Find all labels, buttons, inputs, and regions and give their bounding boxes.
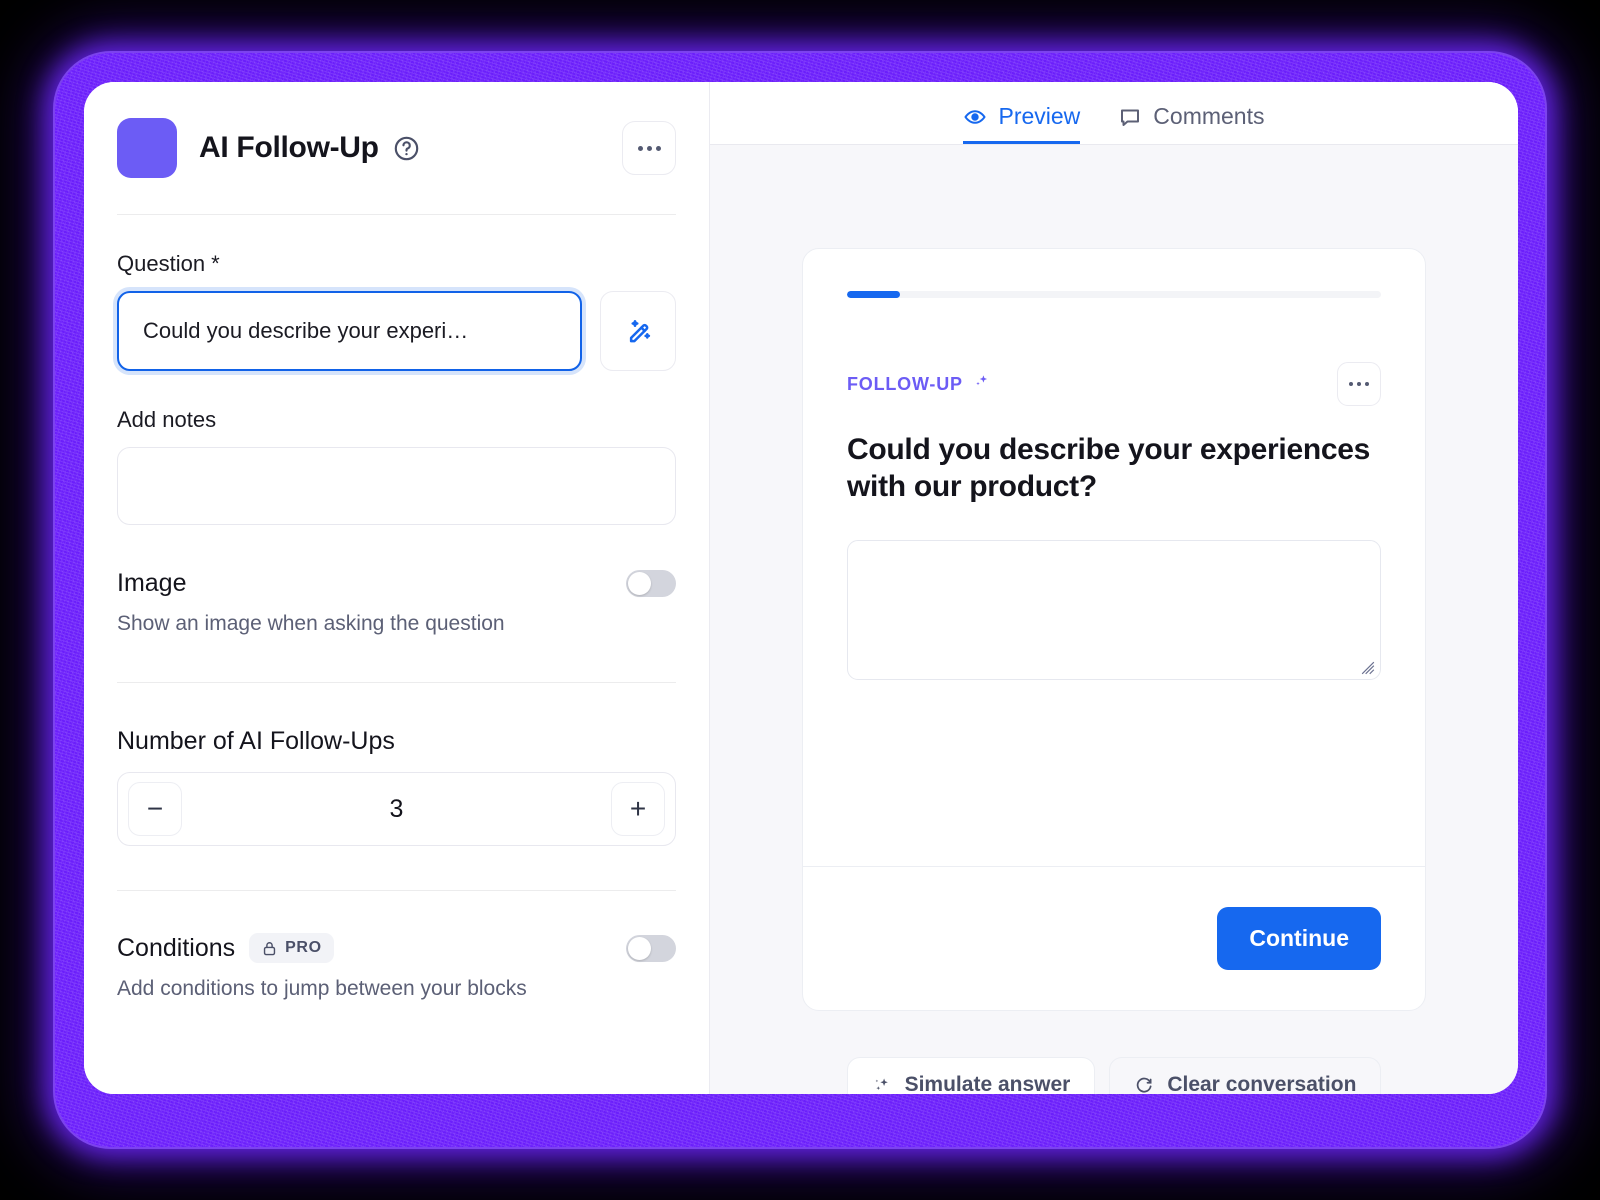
preview-actions: Simulate answer Clear conversation xyxy=(846,1057,1382,1094)
image-section-title: Image xyxy=(117,569,187,597)
simulate-answer-label: Simulate answer xyxy=(904,1073,1071,1094)
survey-card-footer: Continue xyxy=(803,867,1425,1010)
tab-preview-label: Preview xyxy=(998,103,1081,129)
page-title: AI Follow-Up xyxy=(199,131,379,164)
more-options-icon xyxy=(646,145,652,151)
image-section-divider xyxy=(117,682,676,683)
increment-button[interactable]: + xyxy=(611,782,665,836)
sparkles-icon xyxy=(875,1078,888,1090)
followups-section-divider xyxy=(117,890,676,891)
block-options-button[interactable] xyxy=(622,121,676,175)
conditions-section-title: Conditions xyxy=(117,933,236,962)
more-options-icon xyxy=(1365,382,1369,386)
header-divider xyxy=(117,214,676,215)
clear-conversation-button[interactable]: Clear conversation xyxy=(1109,1057,1382,1094)
resize-handle-icon[interactable] xyxy=(1361,661,1375,675)
notes-input[interactable] xyxy=(117,447,676,525)
clear-conversation-label: Clear conversation xyxy=(1167,1073,1357,1094)
followups-section-title: Number of AI Follow-Ups xyxy=(117,727,395,755)
survey-card-body: FOLLOW-UP Could you describe your experi… xyxy=(803,249,1425,867)
notes-field-label: Add notes xyxy=(117,407,217,432)
sparkle-icon xyxy=(972,372,991,396)
simulate-answer-button[interactable]: Simulate answer xyxy=(846,1057,1096,1094)
more-options-icon xyxy=(637,145,643,151)
survey-card-options-button[interactable] xyxy=(1337,362,1381,406)
tab-preview[interactable]: Preview xyxy=(963,103,1081,144)
conditions-toggle[interactable] xyxy=(626,934,676,962)
ai-rewrite-button[interactable] xyxy=(600,291,676,371)
question-input[interactable]: Could you describe your experi… xyxy=(117,291,582,371)
more-options-icon xyxy=(655,145,661,151)
block-header: AI Follow-Up xyxy=(117,82,676,214)
followups-value: 3 xyxy=(389,794,404,823)
image-section-description: Show an image when asking the question xyxy=(117,612,505,635)
tab-comments-label: Comments xyxy=(1153,103,1265,129)
conditions-section-header: Conditions PRO xyxy=(117,933,676,963)
conditions-section-description: Add conditions to jump between your bloc… xyxy=(117,977,527,1000)
preview-tabs: Preview Comments xyxy=(710,82,1518,145)
block-color-swatch[interactable] xyxy=(117,118,177,178)
app-window: AI Follow-Up Question * Could you descri… xyxy=(84,82,1518,1094)
progress-bar xyxy=(847,291,1381,298)
pro-badge-label: PRO xyxy=(285,939,322,956)
continue-button[interactable]: Continue xyxy=(1217,907,1381,970)
tab-comments[interactable]: Comments xyxy=(1118,103,1265,144)
lock-icon xyxy=(263,941,276,955)
decrement-button[interactable]: − xyxy=(128,782,182,836)
survey-answer-textarea[interactable] xyxy=(847,539,1381,680)
magic-wand-edit-icon xyxy=(629,320,651,343)
preview-area: FOLLOW-UP Could you describe your experi… xyxy=(710,145,1518,1094)
image-section-header: Image xyxy=(117,569,676,598)
image-toggle[interactable] xyxy=(626,570,676,597)
refresh-icon xyxy=(1137,1077,1152,1092)
survey-preview-card: FOLLOW-UP Could you describe your experi… xyxy=(802,248,1426,1011)
question-field-label: Question * xyxy=(117,251,220,276)
block-settings-panel: AI Follow-Up Question * Could you descri… xyxy=(84,82,710,1094)
followup-tag-row: FOLLOW-UP xyxy=(847,362,1381,406)
more-options-icon xyxy=(1357,382,1361,386)
progress-bar-fill xyxy=(847,291,901,298)
comment-bubble-icon xyxy=(1121,109,1140,126)
followup-tag-label: FOLLOW-UP xyxy=(847,373,963,394)
preview-panel: Preview Comments FOLLOW-UP Could you des… xyxy=(710,82,1518,1094)
question-circle-icon[interactable] xyxy=(393,135,420,162)
question-field-row: Could you describe your experi… xyxy=(117,291,676,371)
survey-question-text: Could you describe your experiences with… xyxy=(847,433,1371,503)
eye-icon xyxy=(964,109,987,124)
more-options-icon xyxy=(1349,382,1353,386)
followups-stepper: − 3 + xyxy=(117,772,676,846)
pro-badge[interactable]: PRO xyxy=(249,933,334,963)
